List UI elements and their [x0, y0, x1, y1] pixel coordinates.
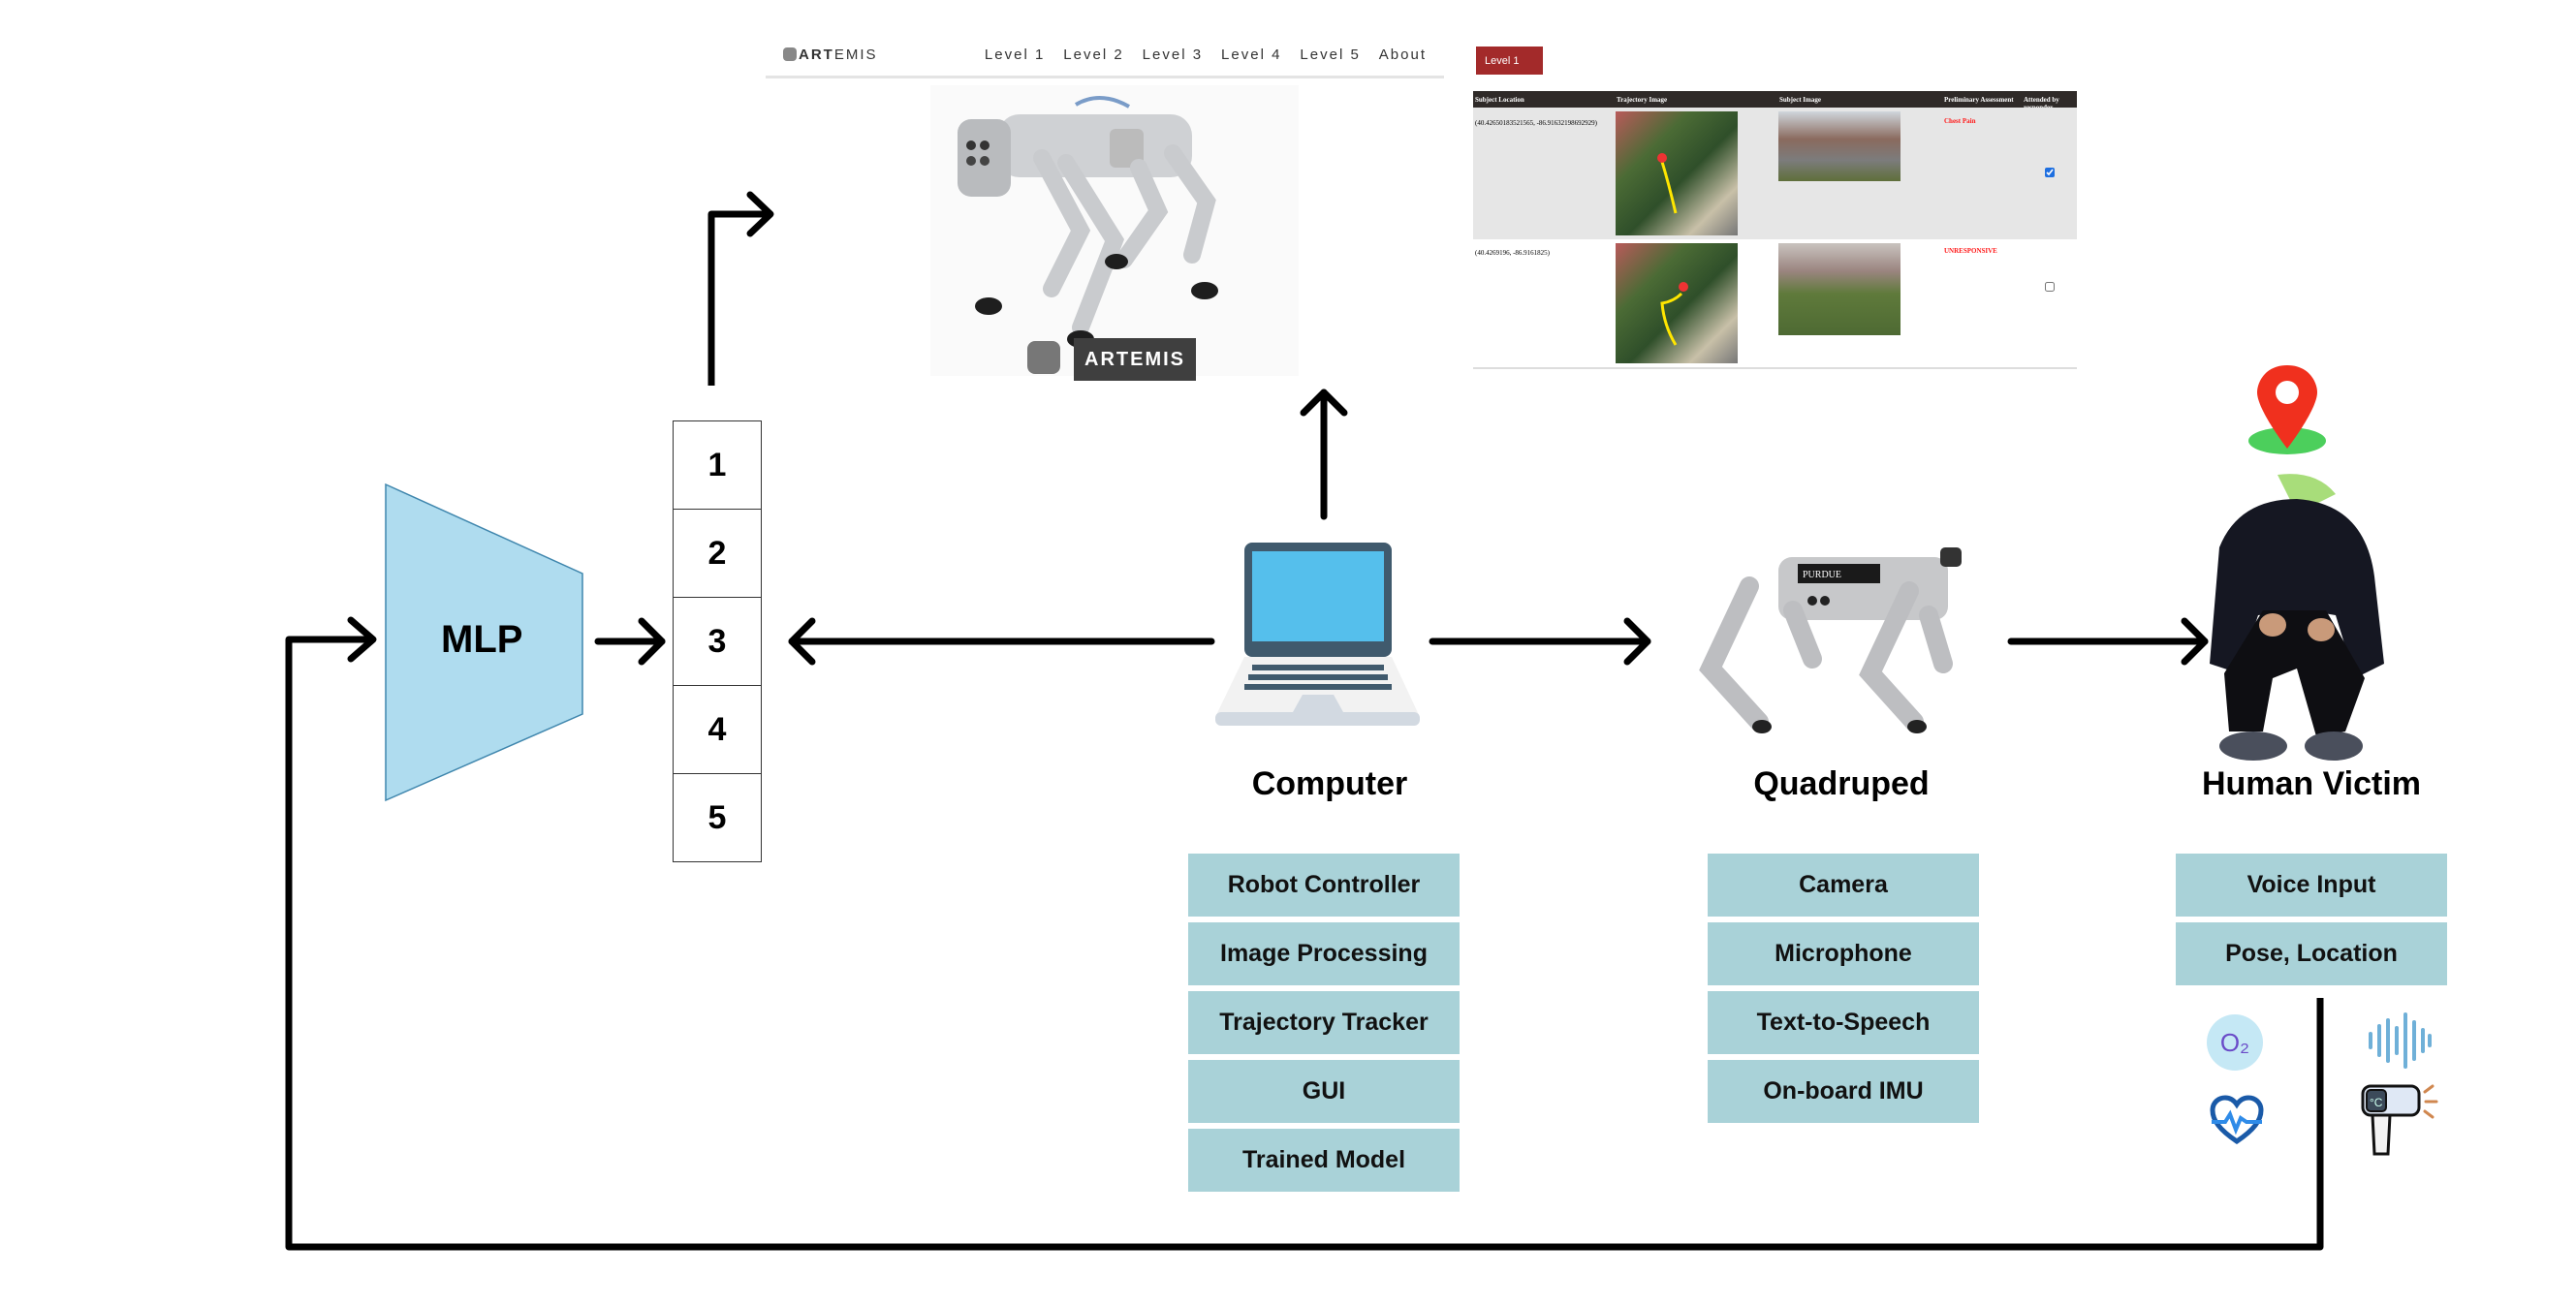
component-onboard-imu: On-board IMU [1708, 1060, 1979, 1123]
artemis-hero-badge: ARTEMIS [1074, 338, 1196, 381]
component-gui: GUI [1188, 1060, 1460, 1123]
nav-link-level-2[interactable]: Level 2 [1063, 47, 1123, 63]
table-row: (40.4269196, -86.9161825) UNRESPONSIVE [1473, 239, 2077, 369]
victim-table: Subject Location Trajectory Image Subjec… [1473, 91, 2077, 369]
svg-text:°C: °C [2370, 1096, 2383, 1109]
level-1-button[interactable]: Level 1 [1476, 47, 1543, 75]
vector-cell-2: 2 [673, 509, 762, 598]
gui-brand-bold: ART [799, 47, 834, 63]
header-preliminary-assessment: Preliminary Assessment [1944, 96, 2014, 104]
mlp-label: MLP [441, 618, 523, 661]
quadruped-title: Quadruped [1753, 765, 1930, 802]
subject-photo [1778, 111, 1901, 181]
human-victim-photo [2210, 474, 2384, 761]
computer-title: Computer [1251, 765, 1408, 802]
quadruped-robot-image: PURDUE [1699, 547, 1962, 733]
header-subject-location: Subject Location [1475, 96, 1524, 104]
component-microphone: Microphone [1708, 922, 1979, 985]
header-subject-image: Subject Image [1779, 96, 1821, 104]
robot-logo-icon [783, 47, 797, 61]
hero-robot-dog-image [930, 85, 1299, 376]
vector-cell-1: 1 [673, 420, 762, 510]
quadruped-sticker-text: PURDUE [1803, 570, 1841, 580]
component-pose-location: Pose, Location [2176, 922, 2447, 985]
component-trained-model: Trained Model [1188, 1129, 1460, 1192]
attended-checkbox[interactable] [2045, 168, 2055, 177]
nav-link-level-5[interactable]: Level 5 [1300, 47, 1360, 63]
trajectory-path [1657, 153, 1678, 214]
vector-to-gui-arrow [707, 210, 770, 386]
nav-link-level-4[interactable]: Level 4 [1221, 47, 1281, 63]
component-image-processing: Image Processing [1188, 922, 1460, 985]
subject-location: (40.42650183521565, -86.91632198692929) [1475, 119, 1597, 127]
gui-brand[interactable]: ARTEMIS [783, 47, 878, 63]
assessment-text: UNRESPONSIVE [1944, 247, 1997, 255]
nav-link-level-3[interactable]: Level 3 [1143, 47, 1203, 63]
gui-nav-links: Level 1 Level 2 Level 3 Level 4 Level 5 … [985, 47, 1427, 63]
assessment-text: Chest Pain [1944, 117, 1976, 125]
attended-checkbox[interactable] [2045, 282, 2055, 292]
oxygen-icon: O₂ [2207, 1014, 2263, 1071]
nav-link-about[interactable]: About [1379, 47, 1427, 63]
trajectory-map-image [1616, 243, 1738, 363]
nav-link-level-1[interactable]: Level 1 [985, 47, 1045, 63]
component-voice-input: Voice Input [2176, 854, 2447, 917]
component-trajectory-tracker: Trajectory Tracker [1188, 991, 1460, 1054]
artemis-robot-logo-icon [1027, 341, 1060, 374]
trajectory-map-image [1616, 111, 1738, 235]
thermometer-icon: °C [2361, 1084, 2438, 1156]
vector-cell-3: 3 [673, 597, 762, 686]
trajectory-path [1660, 282, 1688, 346]
table-header: Subject Location Trajectory Image Subjec… [1473, 91, 2077, 111]
header-trajectory-image: Trajectory Image [1617, 96, 1668, 104]
vector-cell-5: 5 [673, 773, 762, 862]
gui-brand-rest: EMIS [833, 47, 878, 63]
sound-wave-icon [2369, 1012, 2432, 1069]
vector-cell-4: 4 [673, 685, 762, 774]
heart-rate-icon [2210, 1095, 2264, 1145]
component-camera: Camera [1708, 854, 1979, 917]
gui-navbar: ARTEMIS Level 1 Level 2 Level 3 Level 4 … [766, 39, 1444, 78]
subject-photo [1778, 243, 1901, 335]
component-text-to-speech: Text-to-Speech [1708, 991, 1979, 1054]
victim-title: Human Victim [2201, 765, 2422, 802]
component-robot-controller: Robot Controller [1188, 854, 1460, 917]
location-pin-icon [2248, 365, 2326, 454]
laptop-icon [1215, 543, 1420, 726]
subject-location: (40.4269196, -86.9161825) [1475, 249, 1550, 257]
table-row: (40.42650183521565, -86.91632198692929) … [1473, 108, 2077, 239]
